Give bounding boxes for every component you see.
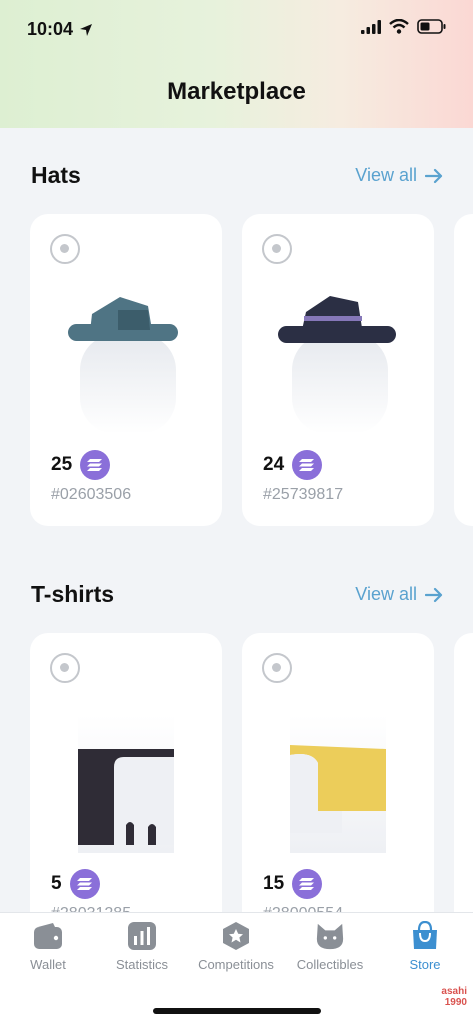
price-value: 24 <box>263 454 285 475</box>
select-radio[interactable] <box>50 234 80 264</box>
coin-icon <box>80 450 111 480</box>
hat-card[interactable]: 24 #25739817 <box>242 214 434 526</box>
chart-icon <box>127 921 157 951</box>
price: 15 <box>263 869 323 899</box>
arrow-right-icon <box>425 587 443 602</box>
tab-label: Collectibles <box>296 957 364 972</box>
view-all-tshirts-link[interactable]: View all <box>355 584 443 605</box>
hat-item-image <box>278 296 396 434</box>
tab-statistics[interactable]: Statistics <box>95 921 189 972</box>
price: 5 <box>51 869 100 899</box>
watermark-line: 1990 <box>444 997 467 1008</box>
section-title-hats: Hats <box>31 162 81 188</box>
header: 10:04 Marketplace <box>0 0 473 128</box>
status-time: 10:04 <box>27 19 93 40</box>
tab-label: Competitions <box>198 957 274 972</box>
tab-label: Statistics <box>115 957 168 972</box>
coin-icon <box>69 869 100 899</box>
view-all-hats-link[interactable]: View all <box>355 165 443 186</box>
item-id: #02603506 <box>51 486 132 503</box>
hat-item-image <box>68 297 178 434</box>
arrow-right-icon <box>425 168 443 183</box>
hat-card-partial[interactable] <box>454 214 473 526</box>
tshirt-card[interactable]: 5 #28031285 <box>30 633 222 945</box>
status-icons <box>361 19 447 34</box>
tshirt-item-image <box>78 715 174 853</box>
location-arrow-icon <box>80 23 93 36</box>
tab-wallet[interactable]: Wallet <box>1 921 95 972</box>
price-value: 25 <box>51 454 73 475</box>
time-text: 10:04 <box>27 19 74 39</box>
price: 24 <box>263 450 323 480</box>
battery-icon <box>417 19 446 34</box>
bag-icon <box>410 921 440 951</box>
tab-label: Store <box>409 957 441 972</box>
tshirt-item-image <box>290 715 386 853</box>
coin-icon <box>292 450 323 480</box>
select-radio[interactable] <box>262 234 292 264</box>
hat-card[interactable]: 25 #02603506 <box>30 214 222 526</box>
wifi-icon <box>389 19 409 34</box>
cat-icon <box>315 921 345 951</box>
page-title: Marketplace <box>167 78 306 105</box>
price-value: 15 <box>263 873 285 894</box>
tab-collectibles[interactable]: Collectibles <box>283 921 377 972</box>
select-radio[interactable] <box>50 653 80 683</box>
price-value: 5 <box>51 873 62 894</box>
watermark: asahi 1990 <box>441 986 467 1008</box>
wallet-icon <box>33 921 63 951</box>
view-all-label: View all <box>355 165 417 185</box>
price: 25 <box>51 450 111 480</box>
tshirt-card[interactable]: 15 #28000554 <box>242 633 434 945</box>
tab-label: Wallet <box>30 957 66 972</box>
tab-competitions[interactable]: Competitions <box>189 921 283 972</box>
tab-store[interactable]: Store <box>378 921 472 972</box>
watermark-line: asahi <box>441 986 467 997</box>
item-id: #25739817 <box>263 486 344 503</box>
coin-icon <box>292 869 323 899</box>
section-title-tshirts: T-shirts <box>31 581 115 607</box>
select-radio[interactable] <box>262 653 292 683</box>
tshirt-card-partial[interactable] <box>454 633 473 945</box>
signal-icon <box>361 19 381 34</box>
home-indicator[interactable] <box>153 1008 321 1014</box>
view-all-label: View all <box>355 584 417 604</box>
star-badge-icon <box>221 921 251 951</box>
